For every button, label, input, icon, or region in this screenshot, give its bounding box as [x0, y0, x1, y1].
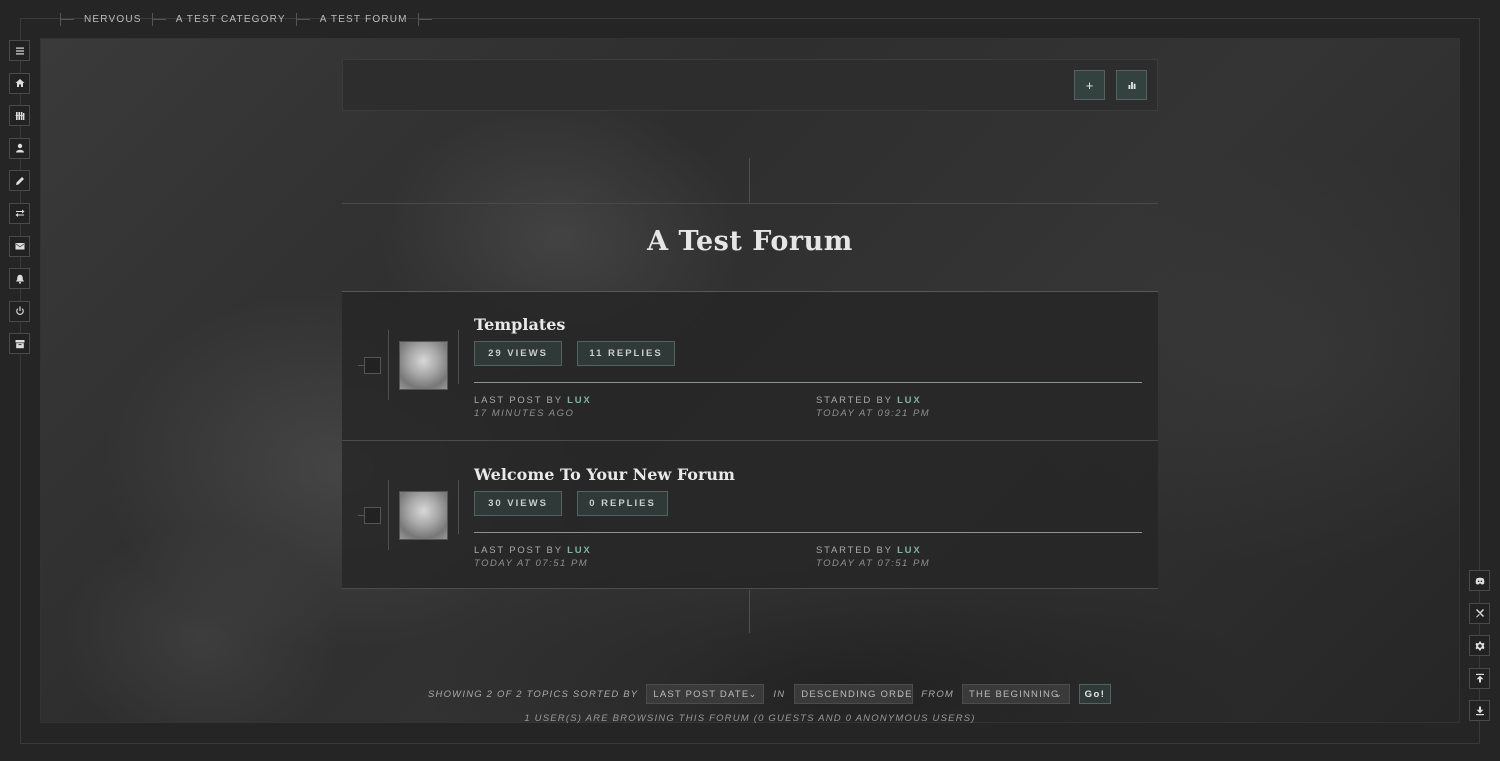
- last-post-user-link[interactable]: Lux: [567, 395, 591, 406]
- forum-action-bar: +: [342, 59, 1158, 111]
- bell-icon: [15, 274, 24, 284]
- breadcrumb-separator: [151, 12, 166, 26]
- topic-row[interactable]: Welcome To Your New Forum 30 Views 0 Rep…: [342, 440, 1158, 589]
- archive-button[interactable]: [9, 333, 30, 355]
- breadcrumb-separator: [60, 12, 74, 26]
- breadcrumb-item-forum[interactable]: A Test Forum: [310, 14, 418, 25]
- chevron-down-icon: ⌄: [897, 689, 907, 699]
- logout-button[interactable]: [9, 300, 30, 322]
- browsing-users-text: 1 user(s) are browsing this forum (0 gue…: [524, 713, 976, 724]
- sort-bar: Showing 2 of 2 topics sorted by Last Pos…: [428, 684, 1112, 704]
- right-sidebar: [1469, 570, 1490, 733]
- library-icon: [15, 111, 24, 120]
- notifications-button[interactable]: [9, 268, 30, 290]
- topic-select-checkbox[interactable]: [364, 357, 381, 374]
- avatar-frame-line: [458, 330, 459, 384]
- topic-select-checkbox[interactable]: [364, 507, 381, 524]
- started-by-user-link[interactable]: Lux: [897, 395, 921, 406]
- library-button[interactable]: [9, 105, 30, 127]
- avatar-frame-line: [458, 480, 459, 534]
- settings-button[interactable]: [1469, 635, 1490, 657]
- sort-from-text: from: [921, 688, 955, 700]
- views-badge: 29 Views: [474, 341, 562, 366]
- sort-summary-text: Showing 2 of 2 topics sorted by: [428, 688, 639, 700]
- scroll-bottom-icon: [1475, 706, 1484, 716]
- sort-order-select[interactable]: Descending Orde ⌄: [794, 684, 914, 704]
- sort-from-select[interactable]: The Beginning ⌄: [962, 684, 1071, 704]
- home-icon: [15, 79, 24, 88]
- views-badge: 30 Views: [474, 491, 562, 516]
- started-date: Today at 07:51 PM: [816, 558, 931, 569]
- topic-title-link[interactable]: Templates: [474, 315, 565, 334]
- discord-icon: [1475, 577, 1484, 585]
- menu-button[interactable]: [9, 40, 30, 61]
- last-post-user-link[interactable]: Lux: [567, 545, 591, 556]
- topic-row[interactable]: Templates 29 Views 11 Replies Last Post …: [342, 292, 1158, 441]
- discord-button[interactable]: [1469, 570, 1490, 591]
- archive-icon: [15, 339, 24, 349]
- forum-stats-button[interactable]: [1116, 70, 1147, 100]
- swap-button[interactable]: [9, 202, 30, 224]
- avatar-frame-line: [388, 480, 389, 550]
- connector-line: [749, 590, 750, 633]
- avatar: [399, 491, 448, 540]
- last-post-label: Last Post By Lux: [474, 545, 592, 556]
- tools-icon: [1475, 609, 1484, 618]
- last-post-label: Last Post By Lux: [474, 395, 592, 406]
- started-date: Today at 09:21 PM: [816, 408, 931, 419]
- started-by-label-text: Started By: [816, 395, 893, 406]
- pencil-icon: [15, 176, 24, 185]
- forum-title: A Test Forum: [647, 226, 853, 257]
- sort-order-value: Descending Orde: [801, 688, 913, 700]
- avatar-frame-line: [388, 330, 389, 400]
- title-divider: [342, 203, 1158, 204]
- menu-icon: [15, 47, 24, 54]
- plus-icon: +: [1085, 77, 1094, 93]
- topic-title-link[interactable]: Welcome To Your New Forum: [474, 465, 735, 484]
- topic-divider: [474, 532, 1142, 533]
- new-topic-button[interactable]: +: [1074, 70, 1105, 100]
- scroll-bottom-button[interactable]: [1469, 700, 1490, 722]
- replies-badge: 0 Replies: [577, 491, 668, 516]
- sort-from-value: The Beginning: [969, 688, 1060, 700]
- topic-list: Templates 29 Views 11 Replies Last Post …: [342, 291, 1158, 589]
- last-post-label-text: Last Post By: [474, 395, 563, 406]
- sort-by-select[interactable]: Last Post Date ⌄: [646, 684, 765, 704]
- profile-button[interactable]: [9, 137, 30, 159]
- home-button[interactable]: [9, 72, 30, 94]
- bar-chart-icon: [1128, 82, 1135, 89]
- power-icon: [15, 306, 24, 316]
- breadcrumb: Nervous A Test Category A Test Forum: [60, 12, 432, 26]
- breadcrumb-separator: [295, 12, 310, 26]
- tools-button[interactable]: [1469, 602, 1490, 624]
- topic-divider: [474, 382, 1142, 383]
- last-post-date: Today at 07:51 PM: [474, 558, 589, 569]
- started-by-label-text: Started By: [816, 545, 893, 556]
- connector-line: [749, 158, 750, 204]
- sort-by-value: Last Post Date: [653, 688, 750, 700]
- user-icon: [15, 144, 24, 153]
- scroll-top-button[interactable]: [1469, 667, 1490, 689]
- mail-icon: [15, 243, 24, 250]
- left-sidebar: [9, 40, 30, 366]
- chevron-down-icon: ⌄: [748, 689, 758, 699]
- started-by-label: Started By Lux: [816, 395, 921, 406]
- breadcrumb-item-category[interactable]: A Test Category: [166, 14, 296, 25]
- breadcrumb-separator: [417, 12, 432, 26]
- chevron-down-icon: ⌄: [1054, 689, 1064, 699]
- replies-badge: 11 Replies: [577, 341, 675, 366]
- last-post-label-text: Last Post By: [474, 545, 563, 556]
- gear-icon: [1475, 641, 1484, 651]
- sort-go-button[interactable]: Go!: [1079, 684, 1112, 704]
- started-by-user-link[interactable]: Lux: [897, 545, 921, 556]
- last-post-date: 17 minutes ago: [474, 408, 575, 419]
- breadcrumb-item-nervous[interactable]: Nervous: [74, 14, 152, 25]
- messages-button[interactable]: [9, 235, 30, 257]
- started-by-label: Started By Lux: [816, 545, 921, 556]
- avatar: [399, 341, 448, 390]
- swap-icon: [15, 209, 24, 218]
- edit-button[interactable]: [9, 170, 30, 192]
- sort-in-text: in: [773, 688, 786, 700]
- scroll-top-icon: [1475, 674, 1484, 683]
